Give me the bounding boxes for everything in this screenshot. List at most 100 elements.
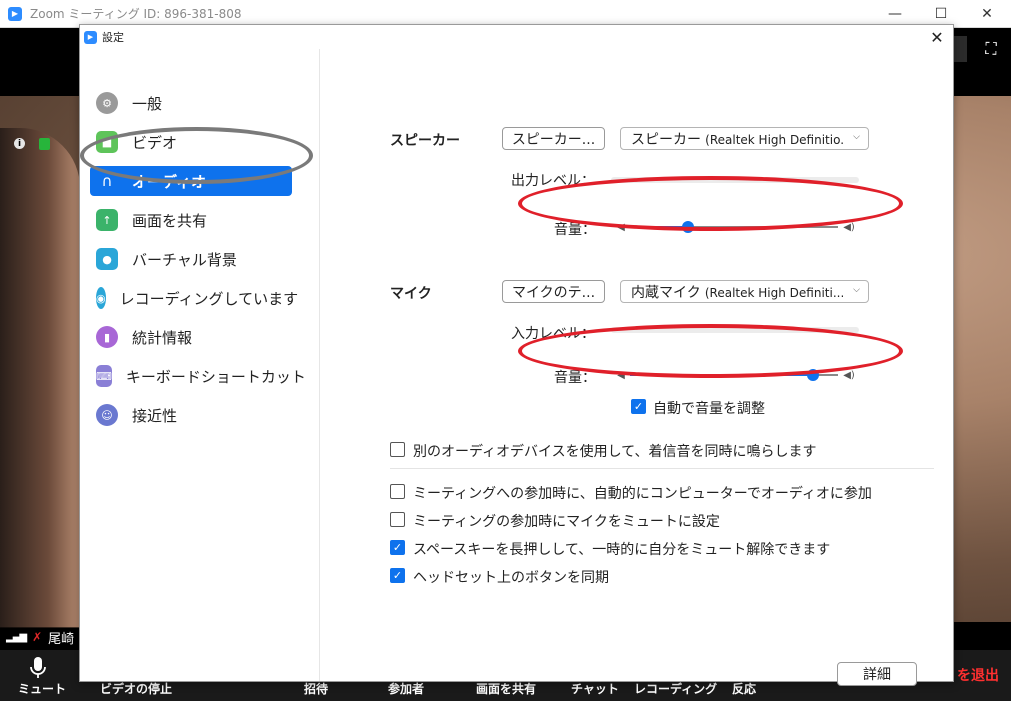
leave-meeting-button[interactable]: を退出 — [957, 665, 999, 685]
slider-thumb[interactable] — [807, 369, 820, 381]
participant-video-edge — [0, 128, 80, 628]
fullscreen-icon[interactable]: ⛶ — [979, 37, 1003, 61]
mic-device-name: 内蔵マイク — [631, 284, 701, 301]
view-controls: ⛶ — [945, 36, 1011, 62]
mic-device-text: 内蔵マイク (Realtek High Definiti... — [631, 282, 843, 302]
auto-join-audio-label: ミーティングへの参加時に、自動的にコンピューターでオーディオに参加 — [413, 486, 872, 502]
chat-button[interactable]: チャット — [571, 680, 619, 697]
sidebar-item-general[interactable]: ⚙ 一般 — [90, 88, 292, 118]
sidebar-item-video[interactable]: ■ ビデオ — [90, 127, 292, 157]
slider-fill — [630, 374, 814, 376]
separate-device-label: 別のオーディオデバイスを使用して、着信音を同時に鳴らします — [413, 444, 817, 460]
sidebar-item-virtual-background[interactable]: ● バーチャル背景 — [90, 244, 292, 274]
sidebar-item-label: 統計情報 — [132, 328, 193, 347]
headset-sync-checkbox[interactable]: ✓ — [390, 568, 405, 583]
mic-section-label: マイク — [390, 286, 432, 302]
separate-device-checkbox[interactable] — [390, 442, 405, 457]
info-icon[interactable]: i — [14, 138, 25, 149]
sidebar-item-label: ビデオ — [132, 133, 178, 152]
keyboard-icon: ⌨ — [96, 365, 112, 387]
mute-on-join-checkbox[interactable] — [390, 512, 405, 527]
test-speaker-button[interactable]: スピーカー... — [502, 127, 605, 150]
record-icon: ◉ — [96, 287, 106, 309]
output-level-meter — [611, 177, 859, 183]
speaker-section-label: スピーカー — [390, 133, 460, 149]
chevron-down-icon: ⌵ — [853, 285, 860, 295]
meeting-window-title: Zoom ミーティング ID: 896-381-808 — [30, 7, 242, 21]
input-level-label: 入力レベル： — [511, 326, 595, 342]
slider-thumb[interactable] — [682, 221, 695, 233]
speaker-low-icon: ◀ — [617, 221, 625, 233]
mute-button[interactable]: ミュート — [18, 680, 66, 697]
sidebar-item-label: 接近性 — [132, 406, 178, 425]
gear-icon: ⚙ — [96, 92, 118, 114]
input-level-meter — [611, 327, 859, 333]
settings-dialog: ▶ 設定 ✕ ⚙ 一般 ■ ビデオ ∩ オーディオ ↑ 画面を共有 ● バーチャ… — [79, 24, 954, 686]
speaker-device-select[interactable]: スピーカー (Realtek High Definitio... ⌵ — [620, 127, 869, 150]
close-dialog-icon[interactable]: ✕ — [927, 27, 947, 47]
headphones-icon: ∩ — [101, 172, 113, 190]
output-level-label: 出力レベル： — [511, 173, 595, 189]
share-screen-icon: ↑ — [96, 209, 118, 231]
speaker-device-detail: (Realtek High Definitio... — [705, 132, 843, 147]
share-screen-button[interactable]: 画面を共有 — [476, 680, 536, 697]
mic-volume-label: 音量： — [554, 370, 596, 386]
sidebar-item-keyboard-shortcuts[interactable]: ⌨ キーボードショートカット — [90, 361, 306, 391]
audio-settings-panel: スピーカー スピーカー... スピーカー (Realtek High Defin… — [321, 49, 953, 686]
video-camera-icon: ■ — [96, 131, 118, 153]
close-window-icon[interactable]: ✕ — [964, 0, 1010, 28]
zoom-app-icon: ▶ — [84, 30, 97, 44]
test-mic-button[interactable]: マイクのテ... — [502, 280, 605, 303]
sidebar-item-audio[interactable]: ∩ オーディオ — [90, 166, 292, 196]
sidebar-item-label: レコーディングしています — [119, 289, 299, 308]
dialog-title: 設定 — [102, 31, 124, 44]
sidebar-item-label: 一般 — [132, 94, 163, 113]
sidebar-item-recording[interactable]: ◉ レコーディングしています — [90, 283, 298, 313]
chevron-down-icon: ⌵ — [853, 132, 860, 142]
settings-sidebar: ⚙ 一般 ■ ビデオ ∩ オーディオ ↑ 画面を共有 ● バーチャル背景 ◉ レ… — [80, 49, 320, 681]
encryption-lock-icon[interactable] — [39, 138, 50, 150]
mic-device-select[interactable]: 内蔵マイク (Realtek High Definiti... ⌵ — [620, 280, 869, 303]
sidebar-item-statistics[interactable]: ▮ 統計情報 — [90, 322, 292, 352]
space-unmute-checkbox[interactable]: ✓ — [390, 540, 405, 555]
zoom-app-icon: ▶ — [8, 6, 22, 21]
sidebar-item-label: バーチャル背景 — [132, 250, 237, 269]
speaker-device-text: スピーカー (Realtek High Definitio... — [631, 129, 843, 149]
speaker-volume-label: 音量： — [554, 222, 596, 238]
reactions-button[interactable]: 反応 — [732, 680, 756, 697]
signal-bars-icon: ▂▄▆ — [6, 631, 27, 643]
divider — [390, 468, 934, 469]
sidebar-item-share-screen[interactable]: ↑ 画面を共有 — [90, 205, 292, 235]
sidebar-item-label: 画面を共有 — [132, 211, 208, 230]
dialog-titlebar: ▶ 設定 ✕ — [80, 25, 953, 49]
speaker-device-name: スピーカー — [631, 131, 701, 148]
stop-video-button[interactable]: ビデオの停止 — [100, 680, 172, 697]
auto-join-audio-checkbox[interactable] — [390, 484, 405, 499]
mute-on-join-label: ミーティングの参加時にマイクをミュートに設定 — [413, 514, 720, 530]
auto-adjust-volume-checkbox[interactable]: ✓ — [631, 399, 646, 414]
advanced-button[interactable]: 詳細 — [837, 662, 917, 686]
volume-high-icon: ◀) — [843, 369, 855, 381]
mic-volume-slider[interactable] — [630, 365, 838, 385]
space-unmute-label: スペースキーを長押しして、一時的に自分をミュート解除できます — [413, 542, 831, 558]
participants-button[interactable]: 参加者 — [388, 680, 424, 697]
accessibility-icon: ☺ — [96, 404, 118, 426]
mic-device-detail: (Realtek High Definiti... — [704, 285, 843, 300]
auto-adjust-volume-label: 自動で音量を調整 — [653, 401, 765, 417]
person-portrait-icon: ● — [96, 248, 118, 270]
sidebar-item-accessibility[interactable]: ☺ 接近性 — [90, 400, 292, 430]
sidebar-item-label: オーディオ — [132, 172, 206, 191]
invite-button[interactable]: 招待 — [304, 680, 328, 697]
headset-sync-label: ヘッドセット上のボタンを同期 — [413, 570, 609, 586]
microphone-icon[interactable] — [28, 656, 48, 680]
volume-low-icon: ◀ — [617, 369, 625, 381]
speaker-volume-slider[interactable] — [630, 217, 838, 237]
speaker-high-icon: ◀) — [843, 221, 855, 233]
mic-muted-icon: ✗ — [32, 630, 43, 644]
meeting-info-icons: i — [14, 138, 50, 150]
bar-chart-icon: ▮ — [96, 326, 118, 348]
slider-fill — [630, 226, 689, 228]
participant-name-tag: ▂▄▆ ✗ 尾崎 — [0, 627, 81, 647]
sidebar-item-label: キーボードショートカット — [125, 367, 306, 386]
record-button[interactable]: レコーディング — [634, 680, 717, 697]
